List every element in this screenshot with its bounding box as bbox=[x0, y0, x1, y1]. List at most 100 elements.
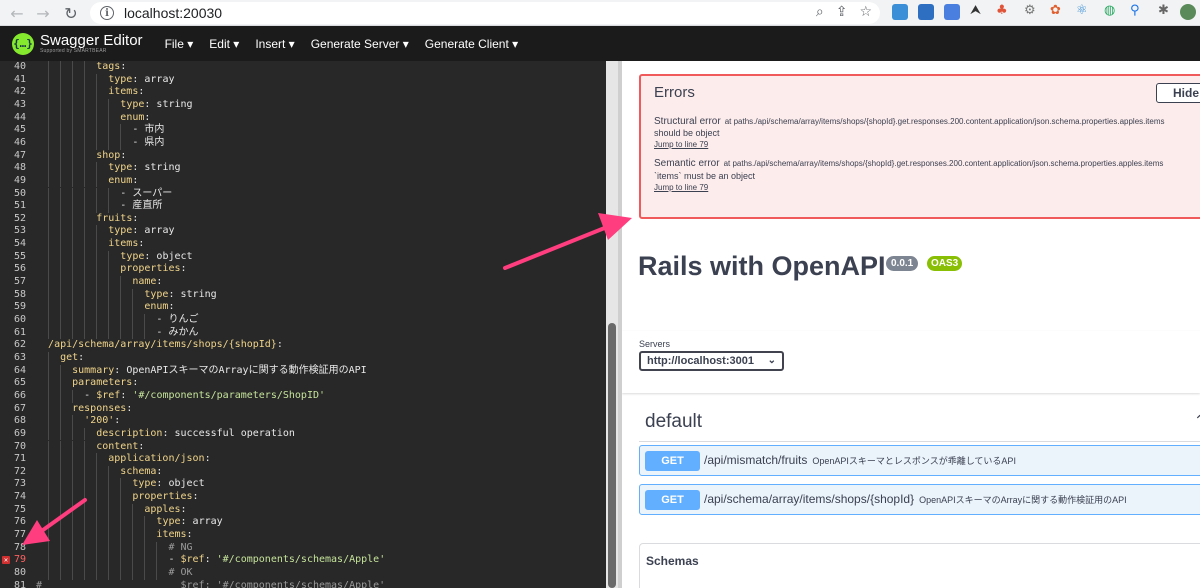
code-line[interactable]: 50 - スーパー bbox=[0, 187, 606, 201]
address-bar[interactable]: i localhost:20030 ⌕ ⇪ ☆ bbox=[90, 2, 880, 24]
code-text: type: array bbox=[108, 225, 175, 237]
zoom-icon[interactable]: ⌕ bbox=[816, 4, 824, 20]
code-line[interactable]: 51 - 産直所 bbox=[0, 200, 606, 213]
line-number: 81 bbox=[13, 579, 26, 588]
profile-avatar[interactable] bbox=[1180, 4, 1196, 20]
reload-icon[interactable]: ↻ bbox=[58, 0, 84, 26]
code-text: apples: bbox=[144, 503, 187, 515]
code-line[interactable]: 68 '200': bbox=[0, 415, 606, 428]
extension-react-icon[interactable]: ⚛ bbox=[1076, 3, 1088, 18]
code-line[interactable]: 45 - 市内 bbox=[0, 124, 606, 137]
jump-to-line-link[interactable]: Jump to line 79 bbox=[654, 183, 708, 192]
extension-arrow-icon[interactable]: ⮝ bbox=[970, 3, 981, 18]
method-badge: GET bbox=[645, 490, 700, 510]
code-line[interactable]: 55 type: object bbox=[0, 250, 606, 264]
code-line[interactable]: 43 type: string bbox=[0, 98, 606, 112]
menu-generate-server[interactable]: Generate Server ▾ bbox=[303, 37, 417, 51]
code-line[interactable]: 71 application/json: bbox=[0, 453, 606, 466]
code-line[interactable]: 57 name: bbox=[0, 276, 606, 289]
code-line[interactable]: 81 # $ref: '#/components/schemas/Apple' bbox=[0, 580, 606, 588]
schemas-title: Schemas bbox=[646, 554, 699, 568]
extension-flower-icon[interactable]: ✿ bbox=[1050, 3, 1061, 18]
extensions-puzzle-icon[interactable]: ✱ bbox=[1158, 3, 1169, 18]
extension-blue-icon[interactable] bbox=[918, 4, 934, 20]
code-line[interactable]: 63 get: bbox=[0, 351, 606, 365]
extension-gear-icon[interactable]: ⚙ bbox=[1024, 3, 1036, 18]
url-text: localhost:20030 bbox=[124, 5, 223, 21]
line-number: 61 bbox=[13, 326, 26, 338]
jump-to-line-link[interactable]: Jump to line 79 bbox=[654, 140, 708, 149]
code-line[interactable]: 72 schema: bbox=[0, 465, 606, 479]
error-path: at paths./api/schema/array/items/shops/{… bbox=[723, 159, 1164, 168]
code-line-error[interactable]: 79 ✕ - $ref: '#/components/schemas/Apple' bbox=[0, 554, 606, 567]
operation-get-mismatch-fruits[interactable]: GET /api/mismatch/fruits OpenAPIスキーマとレスポン… bbox=[639, 445, 1200, 476]
code-line[interactable]: 75 apples: bbox=[0, 503, 606, 517]
errors-panel: Errors Hide Structural error at paths./ap… bbox=[639, 74, 1200, 219]
extension-pin-icon[interactable]: ⚲ bbox=[1130, 3, 1140, 18]
code-text: application/json: bbox=[108, 453, 211, 465]
code-line[interactable]: 59 enum: bbox=[0, 301, 606, 314]
code-line[interactable]: 58 type: string bbox=[0, 288, 606, 302]
servers-select[interactable]: http://localhost:3001 ⌄ bbox=[639, 351, 784, 371]
code-text: shop: bbox=[96, 149, 127, 161]
share-icon[interactable]: ⇪ bbox=[836, 4, 848, 20]
code-line[interactable]: 47 shop: bbox=[0, 149, 606, 163]
extension-calendar-icon[interactable] bbox=[892, 4, 908, 20]
code-line[interactable]: 40 tags: bbox=[0, 61, 606, 74]
star-icon[interactable]: ☆ bbox=[859, 4, 872, 20]
code-line[interactable]: 76 type: array bbox=[0, 516, 606, 530]
code-line[interactable]: 54 items: bbox=[0, 238, 606, 251]
menu-file[interactable]: File ▾ bbox=[157, 37, 202, 51]
code-line[interactable]: 74 properties: bbox=[0, 491, 606, 504]
code-line[interactable]: 78 # NG bbox=[0, 541, 606, 555]
forward-arrow-icon[interactable]: → bbox=[30, 0, 56, 26]
code-text: - 市内 bbox=[36, 124, 165, 136]
code-line[interactable]: 61 - みかん bbox=[0, 326, 606, 340]
info-icon[interactable]: i bbox=[100, 6, 114, 20]
code-line[interactable]: 44 enum: bbox=[0, 111, 606, 125]
hide-errors-button[interactable]: Hide bbox=[1156, 83, 1200, 103]
code-text: type: object bbox=[120, 250, 193, 262]
schemas-section[interactable]: Schemas bbox=[639, 543, 1200, 588]
code-line[interactable]: 73 type: object bbox=[0, 478, 606, 492]
code-line[interactable]: 52 fruits: bbox=[0, 212, 606, 226]
code-line[interactable]: 41 type: array bbox=[0, 73, 606, 87]
code-line[interactable]: 77 items: bbox=[0, 529, 606, 542]
error-marker-icon[interactable]: ✕ bbox=[2, 556, 10, 565]
code-line[interactable]: 60 - りんご bbox=[0, 314, 606, 327]
code-line[interactable]: 49 enum: bbox=[0, 174, 606, 188]
operation-get-shops[interactable]: GET /api/schema/array/items/shops/{shopI… bbox=[639, 484, 1200, 515]
code-line[interactable]: 56 properties: bbox=[0, 263, 606, 277]
code-line[interactable]: 46 - 県内 bbox=[0, 136, 606, 150]
line-number: 80 bbox=[13, 567, 26, 578]
yaml-editor[interactable]: 40 tags: 41 type: array 42 items: 43 type: … bbox=[0, 61, 606, 588]
code-text: items: bbox=[108, 86, 145, 98]
menu-insert[interactable]: Insert ▾ bbox=[247, 37, 302, 51]
code-line[interactable]: 80 # OK bbox=[0, 567, 606, 580]
extension-globe-icon[interactable]: ◍ bbox=[1104, 3, 1115, 18]
code-line[interactable]: 48 type: string bbox=[0, 162, 606, 175]
code-line[interactable]: 67 responses: bbox=[0, 402, 606, 416]
code-line[interactable]: 66 - $ref: '#/components/parameters/Shop… bbox=[0, 389, 606, 403]
back-arrow-icon[interactable]: ← bbox=[4, 0, 30, 26]
code-line[interactable]: 70 content: bbox=[0, 440, 606, 454]
code-line[interactable]: 64 summary: OpenAPIスキーマのArrayに関する動作検証用のA… bbox=[0, 364, 606, 378]
code-line[interactable]: 42 items: bbox=[0, 86, 606, 99]
code-text: name: bbox=[132, 276, 163, 288]
line-number: 58 bbox=[13, 288, 26, 300]
api-title: Rails with OpenAPI bbox=[638, 251, 886, 281]
tag-title[interactable]: default bbox=[645, 411, 702, 433]
menu-edit[interactable]: Edit ▾ bbox=[201, 37, 247, 51]
editor-scrollbar[interactable] bbox=[608, 323, 616, 588]
extension-translate-icon[interactable] bbox=[944, 4, 960, 20]
line-number: 63 bbox=[13, 351, 26, 363]
extension-tree-icon[interactable]: ♣ bbox=[996, 3, 1008, 18]
preview-pane: Errors Hide Structural error at paths./ap… bbox=[622, 61, 1200, 588]
code-line[interactable]: 53 type: array bbox=[0, 225, 606, 239]
method-badge: GET bbox=[645, 451, 700, 471]
menu-generate-client[interactable]: Generate Client ▾ bbox=[417, 37, 526, 51]
code-line[interactable]: 65 parameters: bbox=[0, 377, 606, 390]
code-line[interactable]: 62 /api/schema/array/items/shops/{shopId… bbox=[0, 339, 606, 352]
chevron-up-icon[interactable]: ⌃ bbox=[1194, 413, 1200, 429]
code-line[interactable]: 69 description: successful operation bbox=[0, 427, 606, 441]
